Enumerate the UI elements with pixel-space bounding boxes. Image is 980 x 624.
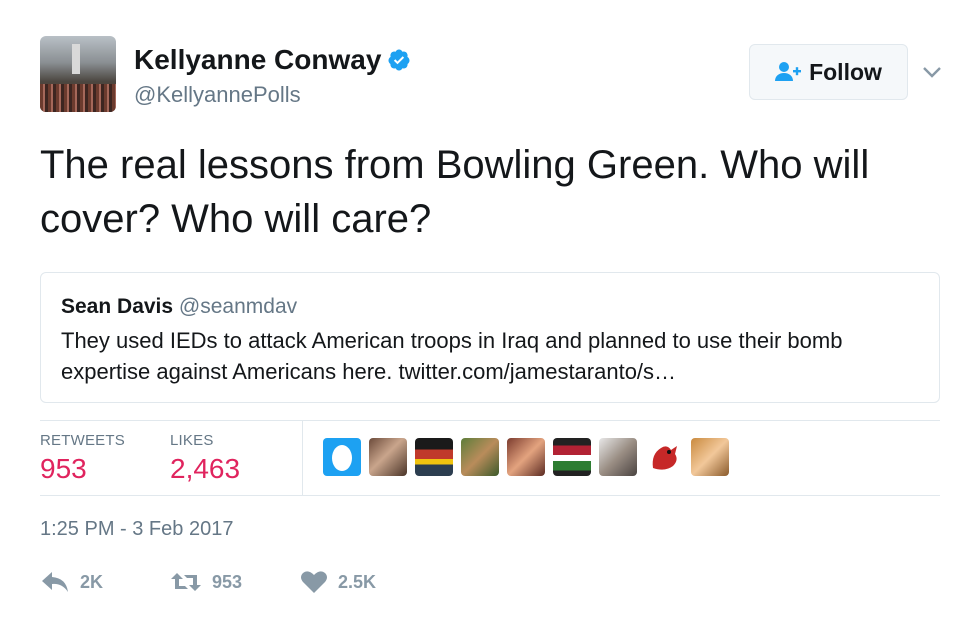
chevron-down-icon[interactable]	[920, 60, 944, 84]
likes-label: LIKES	[170, 432, 214, 449]
liker-avatar[interactable]	[645, 438, 683, 476]
stats-bottom-divider	[40, 495, 940, 496]
like-button[interactable]: 2.5K	[300, 570, 430, 594]
liker-avatar[interactable]	[461, 438, 499, 476]
retweet-count: 953	[212, 571, 243, 592]
reply-button[interactable]: 2K	[40, 570, 170, 594]
tweet-text: The real lessons from Bowling Green. Who…	[40, 143, 870, 241]
author-avatar[interactable]	[40, 36, 116, 112]
quoted-tweet-handle: @seanmdav	[178, 295, 298, 318]
liker-avatar[interactable]	[507, 438, 545, 476]
liker-avatar[interactable]	[323, 438, 361, 476]
likes-stat[interactable]: LIKES 2,463	[170, 432, 240, 485]
tweet-timestamp[interactable]: 1:25 PM - 3 Feb 2017	[40, 518, 233, 541]
liker-avatar[interactable]	[691, 438, 729, 476]
quoted-tweet-display-name: Sean Davis	[61, 295, 174, 318]
liker-avatar[interactable]	[415, 438, 453, 476]
quoted-tweet-card[interactable]: Sean Davis @seanmdav They used IEDs to a…	[40, 272, 940, 403]
retweet-button[interactable]: 953	[170, 570, 300, 594]
stats-separator	[302, 421, 303, 495]
author-handle[interactable]: @KellyannePolls	[134, 82, 411, 108]
follow-button[interactable]: Follow	[749, 44, 908, 100]
like-count: 2.5K	[338, 571, 377, 592]
retweets-stat[interactable]: RETWEETS 953	[40, 432, 125, 485]
author-name-block: Kellyanne Conway @KellyannePolls	[134, 44, 411, 108]
likers-avatar-list	[323, 438, 729, 476]
liker-avatar[interactable]	[599, 438, 637, 476]
reply-count: 2K	[80, 571, 104, 592]
author-display-name[interactable]: Kellyanne Conway	[134, 44, 381, 76]
follow-person-icon	[775, 62, 802, 81]
liker-avatar[interactable]	[553, 438, 591, 476]
quoted-tweet-text: They used IEDs to attack American troops…	[61, 328, 843, 384]
heart-icon	[301, 571, 327, 593]
author-display-name-row[interactable]: Kellyanne Conway	[134, 44, 411, 76]
avatar-monument	[72, 44, 80, 74]
likes-value: 2,463	[170, 453, 241, 484]
reply-icon	[42, 572, 68, 592]
liker-avatar[interactable]	[369, 438, 407, 476]
retweets-label: RETWEETS	[40, 432, 125, 449]
avatar-crowd	[40, 84, 116, 112]
retweets-value: 953	[40, 453, 87, 484]
stats-top-divider	[40, 420, 940, 421]
follow-button-label: Follow	[809, 58, 882, 85]
retweet-icon	[171, 573, 201, 591]
tweet-action-bar: 2K 953 2.5K	[40, 570, 430, 594]
verified-badge-icon	[388, 49, 410, 71]
quoted-tweet-header: Sean Davis @seanmdav	[61, 295, 297, 319]
